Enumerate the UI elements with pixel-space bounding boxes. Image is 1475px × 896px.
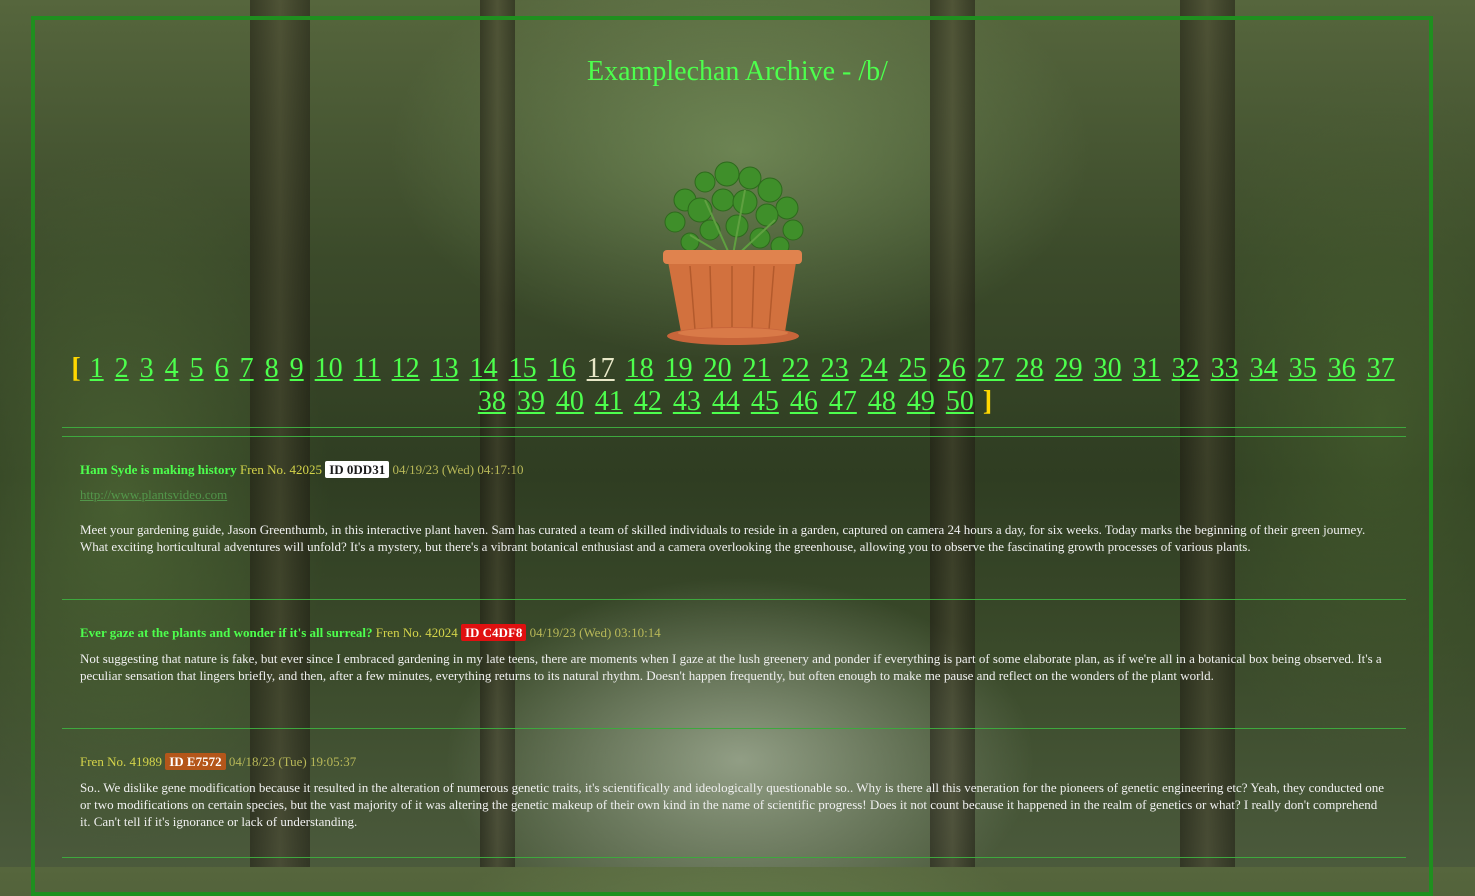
page-link-7[interactable]: 7: [240, 353, 254, 384]
divider: [62, 728, 1406, 729]
post-42025: Ham Syde is making history Fren No. 4202…: [80, 461, 1390, 555]
page-link-11[interactable]: 11: [354, 353, 381, 384]
post-subject: Ever gaze at the plants and wonder if it…: [80, 625, 373, 640]
post-number[interactable]: Fren No. 42024: [376, 625, 458, 640]
page-link-49[interactable]: 49: [907, 386, 935, 417]
post-body: So.. We dislike gene modification becaus…: [80, 780, 1385, 829]
page-link-30[interactable]: 30: [1094, 353, 1122, 384]
page-link-34[interactable]: 34: [1250, 353, 1278, 384]
post-body: Not suggesting that nature is fake, but …: [80, 651, 1382, 683]
post-subject: Ham Syde is making history: [80, 462, 237, 477]
page-link-19[interactable]: 19: [665, 353, 693, 384]
page-link-22[interactable]: 22: [782, 353, 810, 384]
post-date: 04/19/23 (Wed) 04:17:10: [392, 462, 524, 477]
page-link-20[interactable]: 20: [704, 353, 732, 384]
page-link-5[interactable]: 5: [190, 353, 204, 384]
page-link-43[interactable]: 43: [673, 386, 701, 417]
page-link-2[interactable]: 2: [115, 353, 129, 384]
page-link-24[interactable]: 24: [860, 353, 888, 384]
page-link-28[interactable]: 28: [1016, 353, 1044, 384]
page-link-31[interactable]: 31: [1133, 353, 1161, 384]
post-42024: Ever gaze at the plants and wonder if it…: [80, 624, 1390, 684]
page-link-48[interactable]: 48: [868, 386, 896, 417]
pagination-pages: 1 2 3 4 5 6 7 8 9 10 11 12 13 14 15 16 1…: [88, 353, 1397, 417]
divider: [62, 599, 1406, 600]
page-link-8[interactable]: 8: [265, 353, 279, 384]
page-link-32[interactable]: 32: [1172, 353, 1200, 384]
page-link-15[interactable]: 15: [509, 353, 537, 384]
page-link-29[interactable]: 29: [1055, 353, 1083, 384]
site-title: Examplechan Archive - /b/: [587, 56, 888, 87]
post-header: Ham Syde is making history Fren No. 4202…: [80, 461, 1390, 479]
page-link-13[interactable]: 13: [431, 353, 459, 384]
page-current-17: 17: [586, 353, 615, 384]
post-date: 04/19/23 (Wed) 03:10:14: [529, 625, 661, 640]
post-body: Meet your gardening guide, Jason Greenth…: [80, 522, 1366, 554]
page-link-27[interactable]: 27: [977, 353, 1005, 384]
page-link-45[interactable]: 45: [751, 386, 779, 417]
page-link-44[interactable]: 44: [712, 386, 740, 417]
page-link-3[interactable]: 3: [140, 353, 154, 384]
page-link-38[interactable]: 38: [478, 386, 506, 417]
post-number[interactable]: Fren No. 42025: [240, 462, 322, 477]
divider: [62, 436, 1406, 437]
post-header: Fren No. 41989 ID E7572 04/18/23 (Tue) 1…: [80, 753, 1390, 771]
post-header: Ever gaze at the plants and wonder if it…: [80, 624, 1390, 642]
page-link-25[interactable]: 25: [899, 353, 927, 384]
page-link-23[interactable]: 23: [821, 353, 849, 384]
page-link-46[interactable]: 46: [790, 386, 818, 417]
page-link-16[interactable]: 16: [548, 353, 576, 384]
page-link-33[interactable]: 33: [1211, 353, 1239, 384]
page-link-18[interactable]: 18: [626, 353, 654, 384]
page-link-42[interactable]: 42: [634, 386, 662, 417]
post-date: 04/18/23 (Tue) 19:05:37: [228, 754, 357, 769]
page-link-21[interactable]: 21: [743, 353, 771, 384]
poster-id-badge[interactable]: ID C4DF8: [460, 624, 527, 641]
page-link-35[interactable]: 35: [1289, 353, 1317, 384]
page-link-47[interactable]: 47: [829, 386, 857, 417]
page-link-4[interactable]: 4: [165, 353, 179, 384]
pagination-close-bracket: ]: [982, 386, 993, 417]
divider: [62, 857, 1406, 858]
page-link-39[interactable]: 39: [517, 386, 545, 417]
page-link-12[interactable]: 12: [392, 353, 420, 384]
post-number[interactable]: Fren No. 41989: [80, 754, 162, 769]
post-link[interactable]: http://www.plantsvideo.com: [80, 487, 1390, 503]
page-link-37[interactable]: 37: [1367, 353, 1395, 384]
page-link-10[interactable]: 10: [315, 353, 343, 384]
post-41989: Fren No. 41989 ID E7572 04/18/23 (Tue) 1…: [80, 753, 1390, 830]
potted-plant-banner: [663, 161, 804, 345]
page-link-1[interactable]: 1: [90, 353, 104, 384]
divider: [62, 427, 1406, 428]
page-link-41[interactable]: 41: [595, 386, 623, 417]
page-link-9[interactable]: 9: [290, 353, 304, 384]
page-link-50[interactable]: 50: [946, 386, 974, 417]
page-link-14[interactable]: 14: [470, 353, 498, 384]
pagination: [ 1 2 3 4 5 6 7 8 9 10 11 12 13 14 15 16…: [62, 352, 1406, 418]
poster-id-badge[interactable]: ID E7572: [165, 753, 226, 770]
page-link-6[interactable]: 6: [215, 353, 229, 384]
poster-id-badge[interactable]: ID 0DD31: [325, 461, 390, 478]
page-link-40[interactable]: 40: [556, 386, 584, 417]
page-link-26[interactable]: 26: [938, 353, 966, 384]
pagination-open-bracket: [: [71, 353, 81, 384]
page-link-36[interactable]: 36: [1328, 353, 1356, 384]
